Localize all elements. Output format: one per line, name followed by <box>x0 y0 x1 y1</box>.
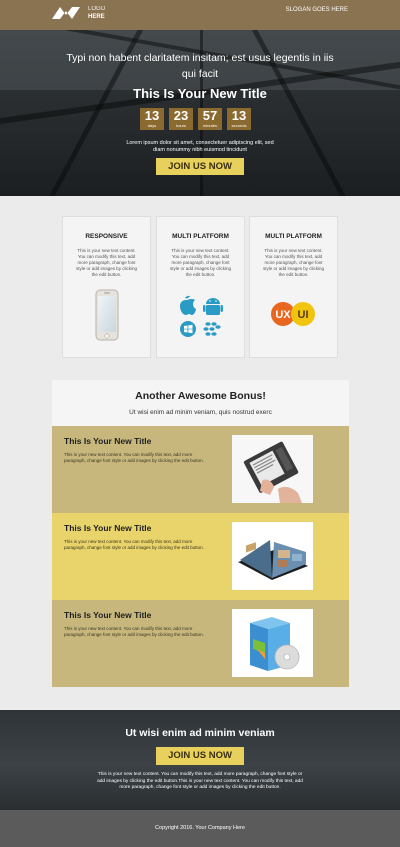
countdown-value: 13 <box>144 108 160 123</box>
ux-badge: UX <box>275 309 291 321</box>
countdown-value: 13 <box>231 108 247 123</box>
countdown-value: 57 <box>202 108 218 123</box>
countdown-hours: 23 hours <box>169 108 193 130</box>
countdown-label: hours <box>175 123 186 128</box>
feature-card-responsive: RESPONSIVE This is your new text content… <box>62 216 151 358</box>
feature-card-multi-platform: MULTI PLATFORM This is your new text con… <box>156 216 245 358</box>
ebook-reader-image <box>232 435 313 503</box>
slogan: SLOGAN GOES HERE <box>285 7 348 13</box>
footer: Copyright 2016. Your Company Here <box>0 810 400 847</box>
feature-title: RESPONSIVE <box>85 233 128 240</box>
countdown-timer: 13 days 23 hours 57 minutes 13 seconds <box>140 108 251 130</box>
bonus-row-text: This is your new text content. You can m… <box>64 452 204 463</box>
countdown-days: 13 days <box>140 108 164 130</box>
android-icon <box>202 298 223 315</box>
hero-section: Typi non habent claritatem insitam; est … <box>0 30 400 196</box>
countdown-label: minutes <box>202 123 217 128</box>
platforms-icon <box>157 291 244 343</box>
countdown-label: seconds <box>231 123 247 128</box>
bonus-row-title: This Is Your New Title <box>64 523 152 533</box>
bonus-row: This Is Your New Title This is your new … <box>52 513 349 600</box>
apple-icon <box>179 295 196 315</box>
smartphone-icon <box>63 289 150 341</box>
bonus-row-title: This Is Your New Title <box>64 436 152 446</box>
countdown-label: days <box>147 123 157 128</box>
ux-ui-icon: UX UI <box>250 301 337 327</box>
hero-description: Lorem ipsum dolor sit amet, consectetuer… <box>126 140 274 153</box>
bonus-section: Another Awesome Bonus! Ut wisi enim ad m… <box>52 380 349 687</box>
cta-title: Ut wisi enim ad minim veniam <box>125 727 275 739</box>
bonus-row-text: This is your new text content. You can m… <box>64 539 204 550</box>
feature-text: This is your new text content. You can m… <box>169 248 232 277</box>
hero-title: This Is Your New Title <box>133 86 267 101</box>
windows-icon <box>179 321 196 337</box>
cta-section: Ut wisi enim ad minim veniam JOIN US NOW… <box>0 710 400 810</box>
logo-text-top: LOGO <box>88 6 106 12</box>
countdown-seconds: 13 seconds <box>227 108 251 130</box>
feature-text: This is your new text content. You can m… <box>75 248 138 277</box>
bonus-row-text: This is your new text content. You can m… <box>64 626 204 637</box>
bonus-header: Another Awesome Bonus! Ut wisi enim ad m… <box>52 380 349 426</box>
join-button[interactable]: JOIN US NOW <box>156 158 244 175</box>
copyright-text: Copyright 2016. Your Company Here <box>155 825 245 831</box>
bonus-subtitle: Ut wisi enim ad minim veniam, quis nostr… <box>129 409 272 416</box>
countdown-minutes: 57 minutes <box>198 108 222 130</box>
feature-text: This is your new text content. You can m… <box>262 248 325 277</box>
bonus-row: This Is Your New Title This is your new … <box>52 600 349 687</box>
hero-subtitle: Typi non habent claritatem insitam; est … <box>66 52 334 80</box>
feature-title: MULTI PLATFORM <box>172 233 229 240</box>
cta-text: This is your new text content. You can m… <box>97 772 303 790</box>
header-bar: LOGO HERE SLOGAN GOES HERE <box>0 0 400 30</box>
logo-text-bottom: HERE <box>88 14 105 20</box>
ui-badge: UI <box>297 309 308 321</box>
blackberry-icon <box>202 322 221 336</box>
bonus-row-title: This Is Your New Title <box>64 610 152 620</box>
join-button-bottom[interactable]: JOIN US NOW <box>156 747 244 765</box>
software-box-image <box>232 609 313 677</box>
logo[interactable]: LOGO HERE <box>52 5 105 21</box>
feature-card-ux-ui: MULTI PLATFORM This is your new text con… <box>249 216 338 358</box>
photo-album-image <box>232 522 313 590</box>
logo-text: LOGO HERE <box>88 5 105 21</box>
bonus-title: Another Awesome Bonus! <box>135 390 266 402</box>
countdown-value: 23 <box>173 108 189 123</box>
bonus-row: This Is Your New Title This is your new … <box>52 426 349 513</box>
feature-title: MULTI PLATFORM <box>265 233 322 240</box>
logo-mark-icon <box>52 7 80 19</box>
